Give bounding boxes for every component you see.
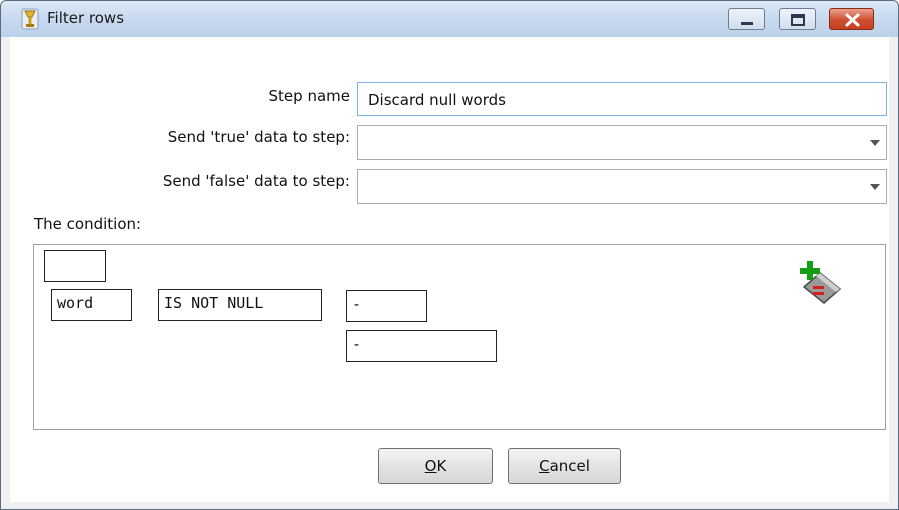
cancel-button[interactable]: Cancel	[508, 448, 621, 484]
send-false-dropdown[interactable]	[357, 169, 887, 204]
ok-button[interactable]: OK	[378, 448, 493, 484]
cancel-mnemonic: C	[539, 457, 550, 475]
chevron-down-icon	[870, 184, 880, 190]
window-title: Filter rows	[47, 9, 125, 27]
step-name-label: Step name	[268, 87, 350, 105]
maximize-button[interactable]	[779, 8, 816, 30]
ok-label: K	[436, 457, 447, 475]
ok-mnemonic: O	[424, 457, 437, 475]
send-true-dropdown[interactable]	[357, 125, 887, 160]
condition-label: The condition:	[34, 215, 142, 233]
compare-value[interactable]: -	[346, 330, 497, 362]
send-false-label: Send 'false' data to step:	[162, 172, 350, 190]
compare-field[interactable]: -	[346, 290, 427, 322]
send-true-label: Send 'true' data to step:	[167, 128, 350, 146]
chevron-down-icon	[870, 140, 880, 146]
close-button[interactable]	[829, 8, 874, 30]
condition-editor[interactable]: word IS NOT NULL - -	[33, 244, 886, 430]
negate-toggle[interactable]	[44, 250, 106, 282]
filter-rows-dialog: Filter rows Step name Discard null words…	[0, 0, 899, 510]
title-bar[interactable]: Filter rows	[1, 1, 898, 37]
dialog-body: Step name Discard null words Send 'true'…	[10, 37, 889, 502]
condition-function[interactable]: IS NOT NULL	[158, 289, 322, 321]
condition-field[interactable]: word	[51, 289, 132, 321]
minimize-button[interactable]	[728, 8, 765, 30]
minimize-icon	[741, 22, 753, 25]
step-name-input[interactable]: Discard null words	[357, 82, 887, 116]
cancel-label: ancel	[549, 457, 590, 475]
add-condition-icon[interactable]	[796, 259, 846, 307]
close-icon	[845, 13, 860, 27]
spoon-icon	[21, 8, 39, 30]
maximize-icon	[791, 14, 805, 26]
